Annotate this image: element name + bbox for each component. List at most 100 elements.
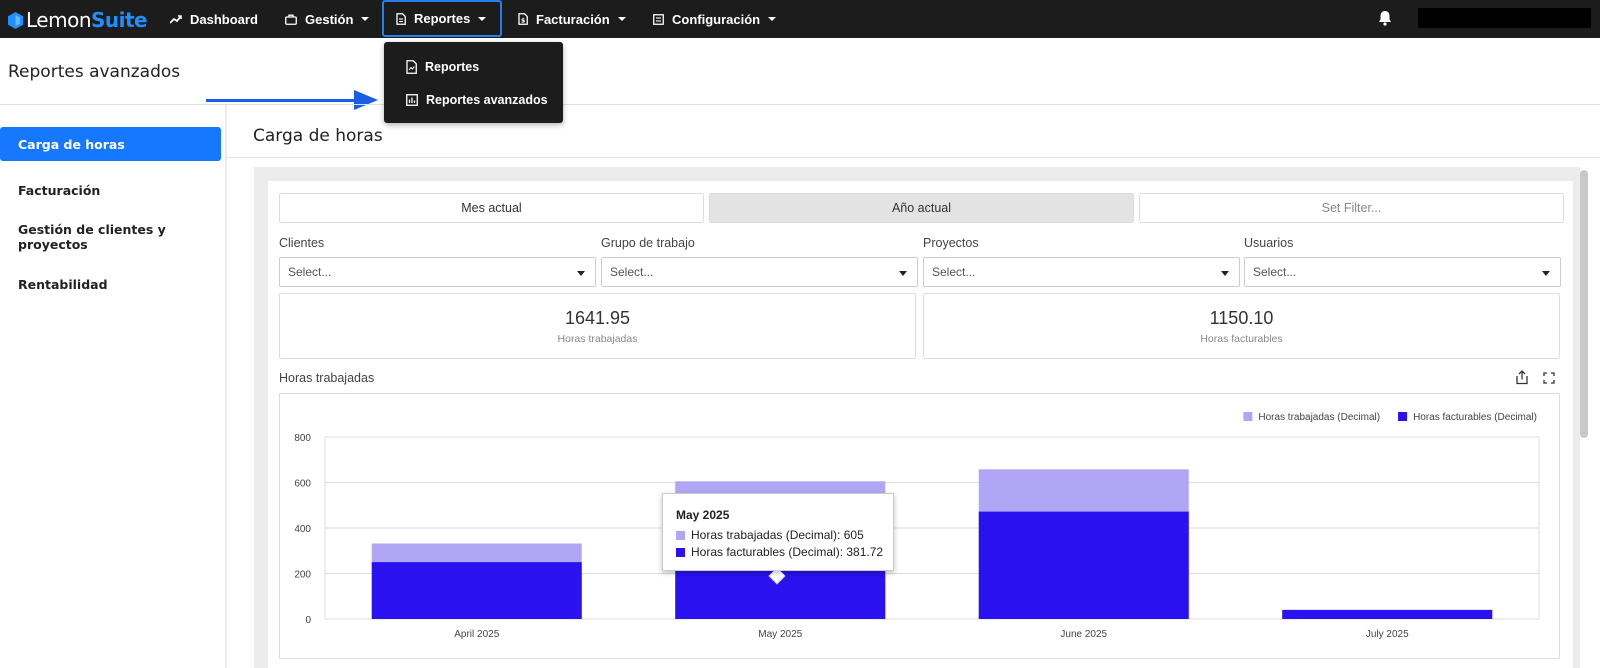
filter-label-proyectos: Proyectos	[923, 236, 979, 250]
kpi-value: 1641.95	[564, 308, 631, 328]
annotation-arrow-head	[354, 90, 378, 110]
period-button-mes-actual[interactable]: Mes actual	[279, 193, 704, 223]
x-tick-label: July 2025	[1366, 629, 1409, 640]
nav-facturacion[interactable]: $ Facturación	[518, 0, 626, 38]
dropdown-item-reportes[interactable]: Reportes	[406, 57, 479, 77]
tooltip-row-trabajadas: Horas trabajadas (Decimal): 605	[676, 528, 864, 542]
tooltip-row-label: Horas facturables (Decimal): 381.72	[691, 545, 884, 559]
kpi-horas-trabajadas: 1641.95 Horas trabajadas	[279, 293, 916, 359]
chevron-down-icon	[617, 17, 626, 21]
nav-dashboard-label: Dashboard	[190, 11, 258, 27]
x-tick-label: June 2025	[1060, 629, 1107, 640]
svg-text:$: $	[521, 18, 525, 25]
legend-swatch	[676, 530, 685, 540]
panel-scrollbar[interactable]	[1580, 170, 1588, 438]
bell-icon[interactable]	[1378, 10, 1392, 26]
chevron-down-icon	[768, 17, 777, 21]
y-tick-label: 0	[305, 615, 311, 626]
tooltip-row-label: Horas trabajadas (Decimal): 605	[691, 528, 864, 542]
chevron-down-icon	[899, 271, 907, 276]
reportes-dropdown-menu: Reportes Reportes avanzados	[384, 42, 563, 123]
sidebar-item-label: Rentabilidad	[18, 276, 108, 292]
legend-swatch	[1243, 412, 1253, 421]
usuarios-select[interactable]: Select...	[1244, 257, 1561, 287]
nav-configuracion[interactable]: Configuración	[653, 0, 777, 38]
top-navbar: Lemon Suite Dashboard Gestión Reportes $ …	[0, 0, 1600, 38]
share-export-icon[interactable]	[1515, 370, 1529, 385]
chart-title: Horas trabajadas	[279, 371, 375, 385]
page-title: Reportes avanzados	[8, 62, 181, 82]
clientes-select[interactable]: Select...	[279, 257, 596, 287]
legend-label: Horas facturables (Decimal)	[1413, 412, 1537, 423]
nav-configuracion-label: Configuración	[672, 11, 761, 27]
proyectos-select-value: Select...	[932, 265, 976, 279]
user-menu[interactable]	[1418, 8, 1591, 28]
chart-container: 0 200 400 600 800 April 2025 May 2025 June 2025…	[279, 393, 1560, 659]
proyectos-select[interactable]: Select...	[923, 257, 1240, 287]
section-divider	[227, 157, 1600, 158]
y-tick-label: 800	[294, 433, 311, 444]
chart-tooltip: May 2025 Horas trabajadas (Decimal): 605…	[662, 493, 894, 571]
tooltip-row-facturables: Horas facturables (Decimal): 381.72	[676, 545, 883, 559]
clientes-select-value: Select...	[288, 265, 332, 279]
sidebar-item-label: Carga de horas	[18, 136, 125, 152]
y-tick-label: 600	[294, 479, 311, 490]
y-tick-label: 200	[294, 570, 311, 581]
logo-hexagon-icon	[8, 11, 23, 29]
sidebar-item-gestion-clientes-proyectos[interactable]: Gestión de clientes y proyectos	[0, 220, 221, 254]
trend-line-icon	[170, 15, 182, 24]
settings-list-icon	[653, 13, 664, 25]
legend-swatch	[676, 547, 685, 557]
nav-reportes[interactable]: Reportes	[382, 0, 503, 37]
nav-dashboard[interactable]: Dashboard	[170, 0, 258, 38]
y-tick-label: 400	[294, 524, 311, 535]
nav-facturacion-label: Facturación	[536, 11, 610, 27]
kpi-label: Horas trabajadas	[557, 333, 638, 345]
bar-chart: 0 200 400 600 800 April 2025 May 2025 June 2025…	[294, 412, 1540, 640]
report-file-icon	[406, 60, 417, 74]
kpi-label: Horas facturables	[1200, 333, 1283, 345]
kpi-horas-facturables: 1150.10 Horas facturables	[923, 293, 1560, 359]
nav-gestion[interactable]: Gestión	[285, 0, 370, 38]
chevron-down-icon	[577, 271, 585, 276]
chevron-down-icon	[1221, 271, 1229, 276]
sidebar: Carga de horas Facturación Gestión de cl…	[0, 105, 227, 668]
x-tick-label: May 2025	[758, 629, 802, 640]
sidebar-item-carga-de-horas[interactable]: Carga de horas	[0, 127, 221, 161]
sidebar-item-facturacion[interactable]: Facturación	[0, 173, 221, 207]
kpi-value: 1150.10	[1209, 308, 1274, 328]
invoice-icon: $	[518, 13, 528, 25]
usuarios-select-value: Select...	[1253, 265, 1297, 279]
sidebar-item-label: Facturación	[18, 182, 101, 198]
briefcase-icon	[285, 14, 297, 25]
dropdown-item-reportes-avanzados-label: Reportes avanzados	[426, 93, 548, 107]
app-logo[interactable]: Lemon Suite	[8, 8, 148, 32]
set-filter-input[interactable]: Set Filter...	[1139, 193, 1564, 223]
grupo-de-trabajo-select[interactable]: Select...	[601, 257, 918, 287]
legend-swatch	[1398, 412, 1408, 421]
filter-label-clientes: Clientes	[279, 236, 325, 250]
chevron-down-icon	[478, 16, 487, 21]
logo-text-suite: Suite	[91, 8, 148, 32]
dropdown-item-reportes-avanzados[interactable]: Reportes avanzados	[406, 90, 548, 110]
filter-label-grupo-de-trabajo: Grupo de trabajo	[601, 236, 695, 250]
sidebar-item-rentabilidad[interactable]: Rentabilidad	[0, 267, 221, 301]
x-tick-label: April 2025	[454, 629, 499, 640]
period-button-ano-actual[interactable]: Año actual	[709, 193, 1134, 223]
section-title: Carga de horas	[253, 126, 383, 146]
sidebar-item-label: Gestión de clientes y proyectos	[18, 222, 166, 252]
chevron-down-icon	[1542, 271, 1550, 276]
bar-horas-facturables	[371, 562, 582, 619]
logo-text-lemon: Lemon	[26, 8, 92, 32]
bar-chart-icon	[406, 94, 418, 106]
annotation-arrow	[206, 99, 358, 102]
header-divider	[0, 104, 1600, 105]
bar-horas-facturables	[1282, 609, 1493, 619]
nav-gestion-label: Gestión	[305, 11, 354, 27]
fullscreen-icon[interactable]	[1543, 372, 1555, 384]
tooltip-title: May 2025	[676, 508, 730, 522]
document-icon	[396, 12, 406, 25]
grupo-select-value: Select...	[610, 265, 654, 279]
bar-horas-facturables	[978, 511, 1189, 619]
chevron-down-icon	[361, 17, 370, 21]
